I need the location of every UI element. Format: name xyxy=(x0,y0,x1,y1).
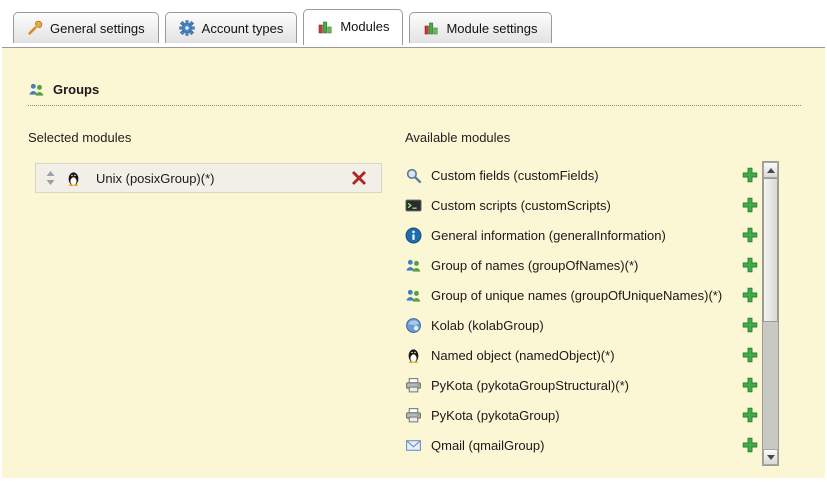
gear-icon xyxy=(179,20,195,36)
available-module-row: General information (generalInformation) xyxy=(405,220,761,250)
module-label: Unix (posixGroup)(*) xyxy=(96,171,351,186)
scrollbar-track[interactable] xyxy=(763,178,778,449)
group-people-icon xyxy=(405,257,422,274)
modules-blocks-icon xyxy=(423,20,439,36)
module-label: Group of names (groupOfNames)(*) xyxy=(431,258,742,273)
script-terminal-icon xyxy=(405,197,422,214)
available-modules-heading: Available modules xyxy=(405,130,510,145)
tux-penguin-icon xyxy=(65,170,82,187)
add-module-button[interactable] xyxy=(742,437,758,453)
available-module-row: Custom fields (customFields) xyxy=(405,160,761,190)
available-module-row: Group of names (groupOfNames)(*) xyxy=(405,250,761,280)
module-label: Custom fields (customFields) xyxy=(431,168,742,183)
tab-account-types[interactable]: Account types xyxy=(165,12,298,43)
section-header: Groups xyxy=(28,81,99,98)
drag-updown-icon[interactable] xyxy=(45,171,56,185)
tux-penguin-icon xyxy=(405,347,422,364)
add-module-button[interactable] xyxy=(742,377,758,393)
scroll-up-button[interactable] xyxy=(763,162,778,178)
tab-label: Module settings xyxy=(446,21,537,36)
wrench-icon xyxy=(27,20,43,36)
available-module-row: Qmail (qmailGroup) xyxy=(405,430,761,460)
available-module-row: PyKota (pykotaGroup) xyxy=(405,400,761,430)
selected-modules-heading: Selected modules xyxy=(28,130,131,145)
lam-config-page: General settings Account types Modules M… xyxy=(0,0,827,486)
available-module-row: Custom scripts (customScripts) xyxy=(405,190,761,220)
add-module-button[interactable] xyxy=(742,347,758,363)
module-label: PyKota (pykotaGroup) xyxy=(431,408,742,423)
tab-general-settings[interactable]: General settings xyxy=(13,12,159,43)
selected-modules-list: Unix (posixGroup)(*) xyxy=(35,163,382,193)
add-module-button[interactable] xyxy=(742,167,758,183)
module-label: Custom scripts (customScripts) xyxy=(431,198,742,213)
module-label: Named object (namedObject)(*) xyxy=(431,348,742,363)
triangle-down-icon xyxy=(767,455,775,460)
add-module-button[interactable] xyxy=(742,407,758,423)
tab-label: Modules xyxy=(340,19,389,34)
add-module-button[interactable] xyxy=(742,227,758,243)
section-title: Groups xyxy=(53,82,99,97)
module-label: General information (generalInformation) xyxy=(431,228,742,243)
scrollbar[interactable] xyxy=(762,161,779,466)
module-label: PyKota (pykotaGroupStructural)(*) xyxy=(431,378,742,393)
scroll-down-button[interactable] xyxy=(763,449,778,465)
group-people-icon xyxy=(405,287,422,304)
printer-icon xyxy=(405,377,422,394)
available-module-row: Named object (namedObject)(*) xyxy=(405,340,761,370)
available-modules-list: Custom fields (customFields) Custom scri… xyxy=(405,160,761,460)
available-module-row: Group of unique names (groupOfUniqueName… xyxy=(405,280,761,310)
kolab-icon xyxy=(405,317,422,334)
tab-module-settings[interactable]: Module settings xyxy=(409,12,551,43)
module-label: Kolab (kolabGroup) xyxy=(431,318,742,333)
group-people-icon xyxy=(28,81,45,98)
available-module-row: Kolab (kolabGroup) xyxy=(405,310,761,340)
remove-module-button[interactable] xyxy=(351,170,367,186)
available-module-row: PyKota (pykotaGroupStructural)(*) xyxy=(405,370,761,400)
selected-module-row: Unix (posixGroup)(*) xyxy=(35,163,382,193)
triangle-up-icon xyxy=(767,168,775,173)
modules-blocks-icon xyxy=(317,19,333,35)
config-tabs: General settings Account types Modules M… xyxy=(13,9,552,43)
add-module-button[interactable] xyxy=(742,257,758,273)
modules-tab-panel: Groups Selected modules Available module… xyxy=(2,47,825,478)
tab-modules[interactable]: Modules xyxy=(303,9,403,45)
magnifier-icon xyxy=(405,167,422,184)
scrollbar-thumb[interactable] xyxy=(763,178,778,322)
add-module-button[interactable] xyxy=(742,197,758,213)
info-icon xyxy=(405,227,422,244)
divider xyxy=(28,105,801,106)
mail-envelope-icon xyxy=(405,437,422,454)
module-label: Group of unique names (groupOfUniqueName… xyxy=(431,288,742,303)
tab-label: General settings xyxy=(50,21,145,36)
add-module-button[interactable] xyxy=(742,287,758,303)
module-label: Qmail (qmailGroup) xyxy=(431,438,742,453)
tab-label: Account types xyxy=(202,21,284,36)
printer-icon xyxy=(405,407,422,424)
add-module-button[interactable] xyxy=(742,317,758,333)
